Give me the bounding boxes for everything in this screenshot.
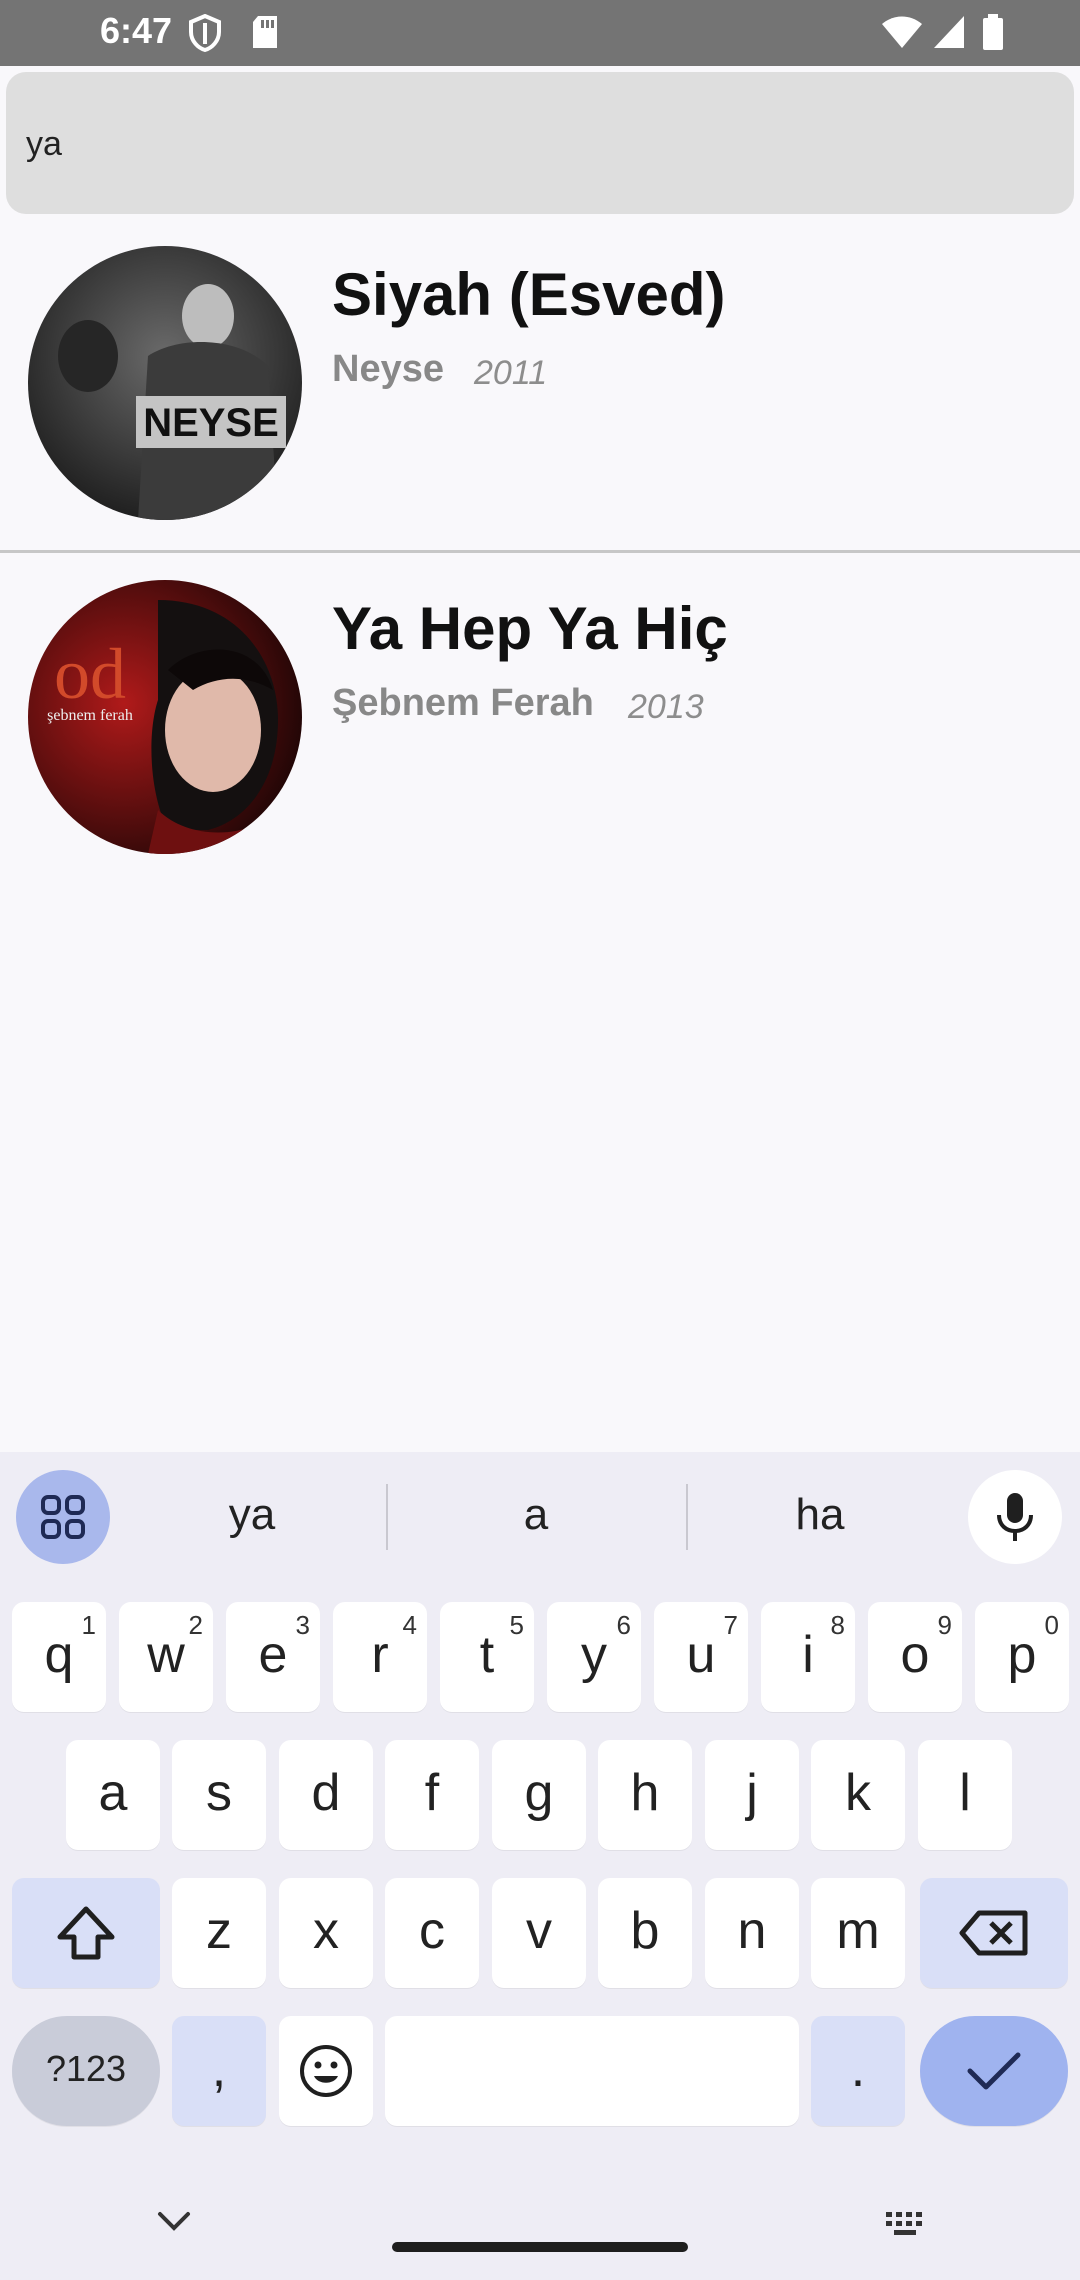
song-artist: Neyse — [332, 348, 444, 390]
key-g[interactable]: g — [492, 1740, 586, 1850]
album-art: NEYSE — [28, 246, 302, 520]
album-art-logo: od — [54, 634, 126, 714]
key-hint: 6 — [616, 1610, 631, 1640]
key-u[interactable]: u7 — [654, 1602, 748, 1712]
key-hint: 1 — [81, 1610, 96, 1640]
key-hint: 2 — [188, 1610, 203, 1640]
key-s[interactable]: s — [172, 1740, 266, 1850]
microphone-icon — [997, 1493, 1033, 1541]
key-y[interactable]: y6 — [547, 1602, 641, 1712]
period-key[interactable]: . — [811, 2016, 905, 2126]
list-item[interactable]: od şebnem ferah Ya Hep Ya Hiç Şebnem Fer… — [0, 552, 1080, 884]
song-year: 2011 — [474, 354, 548, 392]
suggestion-divider — [386, 1484, 388, 1550]
suggestion-2[interactable]: a — [436, 1490, 636, 1540]
key-label: u — [686, 1626, 716, 1684]
key-p[interactable]: p0 — [975, 1602, 1069, 1712]
key-label: i — [802, 1626, 814, 1684]
navigation-bar — [0, 2176, 1080, 2280]
suggestion-3[interactable]: ha — [720, 1490, 920, 1540]
key-hint: 0 — [1044, 1610, 1059, 1640]
album-art-text: NEYSE — [143, 401, 279, 445]
song-year: 2013 — [628, 688, 704, 726]
enter-key[interactable] — [920, 2016, 1068, 2126]
key-b[interactable]: b — [598, 1878, 692, 1988]
key-label: q — [44, 1626, 74, 1684]
album-art: od şebnem ferah — [28, 580, 302, 854]
chevron-down-icon[interactable] — [156, 2210, 192, 2239]
suggestion-strip: ya a ha — [0, 1452, 1080, 1582]
apps-grid-button[interactable] — [16, 1470, 110, 1564]
soft-keyboard: ya a ha q1 w2 e3 r4 t5 y6 u7 i8 o9 p0 a … — [0, 1452, 1080, 2280]
suggestion-divider — [686, 1484, 688, 1550]
key-o[interactable]: o9 — [868, 1602, 962, 1712]
key-i[interactable]: i8 — [761, 1602, 855, 1712]
key-label: t — [479, 1626, 495, 1684]
key-label: r — [371, 1626, 389, 1684]
key-hint: 5 — [509, 1610, 524, 1640]
album-art-subtext: şebnem ferah — [47, 707, 133, 724]
song-title: Ya Hep Ya Hiç — [332, 595, 728, 662]
checkmark-icon — [967, 2052, 1021, 2090]
key-c[interactable]: c — [385, 1878, 479, 1988]
emoji-key[interactable] — [279, 2016, 373, 2126]
key-a[interactable]: a — [66, 1740, 160, 1850]
key-z[interactable]: z — [172, 1878, 266, 1988]
search-input[interactable] — [24, 108, 1028, 180]
key-h[interactable]: h — [598, 1740, 692, 1850]
key-label: p — [1007, 1626, 1037, 1684]
search-bar[interactable] — [6, 72, 1074, 214]
key-w[interactable]: w2 — [119, 1602, 213, 1712]
list-item[interactable]: NEYSE Siyah (Esved) Neyse 2011 — [0, 218, 1080, 550]
key-q[interactable]: q1 — [12, 1602, 106, 1712]
key-label: o — [900, 1626, 930, 1684]
key-v[interactable]: v — [492, 1878, 586, 1988]
key-label: w — [147, 1626, 185, 1684]
key-hint: 3 — [295, 1610, 310, 1640]
key-t[interactable]: t5 — [440, 1602, 534, 1712]
key-k[interactable]: k — [811, 1740, 905, 1850]
song-title: Siyah (Esved) — [332, 261, 726, 328]
status-time: 6:47 — [100, 10, 173, 51]
shield-icon — [188, 13, 222, 57]
signal-icon — [932, 14, 966, 55]
wifi-icon — [880, 14, 924, 55]
space-key[interactable] — [385, 2016, 799, 2126]
key-d[interactable]: d — [279, 1740, 373, 1850]
suggestion-1[interactable]: ya — [152, 1490, 352, 1540]
status-bar: 6:47 — [0, 0, 1080, 66]
shift-icon — [57, 1906, 115, 1960]
key-e[interactable]: e3 — [226, 1602, 320, 1712]
key-label: e — [258, 1626, 288, 1684]
key-n[interactable]: n — [705, 1878, 799, 1988]
grid-icon — [41, 1495, 85, 1539]
key-x[interactable]: x — [279, 1878, 373, 1988]
key-l[interactable]: l — [918, 1740, 1012, 1850]
shift-key[interactable] — [12, 1878, 160, 1988]
key-hint: 7 — [723, 1610, 738, 1640]
key-hint: 4 — [402, 1610, 417, 1640]
keyboard-switch-icon[interactable] — [884, 2210, 928, 2243]
key-hint: 8 — [830, 1610, 845, 1640]
key-m[interactable]: m — [811, 1878, 905, 1988]
emoji-icon — [300, 2045, 352, 2097]
home-indicator[interactable] — [392, 2242, 688, 2252]
backspace-icon — [959, 1910, 1028, 1956]
key-j[interactable]: j — [705, 1740, 799, 1850]
symbols-key[interactable]: ?123 — [12, 2016, 160, 2126]
song-artist: Şebnem Ferah — [332, 682, 594, 724]
backspace-key[interactable] — [920, 1878, 1068, 1988]
key-label: y — [581, 1626, 607, 1684]
comma-key[interactable]: , — [172, 2016, 266, 2126]
voice-input-button[interactable] — [968, 1470, 1062, 1564]
sd-card-icon — [250, 14, 280, 55]
key-f[interactable]: f — [385, 1740, 479, 1850]
key-r[interactable]: r4 — [333, 1602, 427, 1712]
key-hint: 9 — [937, 1610, 952, 1640]
battery-icon — [982, 14, 1004, 55]
